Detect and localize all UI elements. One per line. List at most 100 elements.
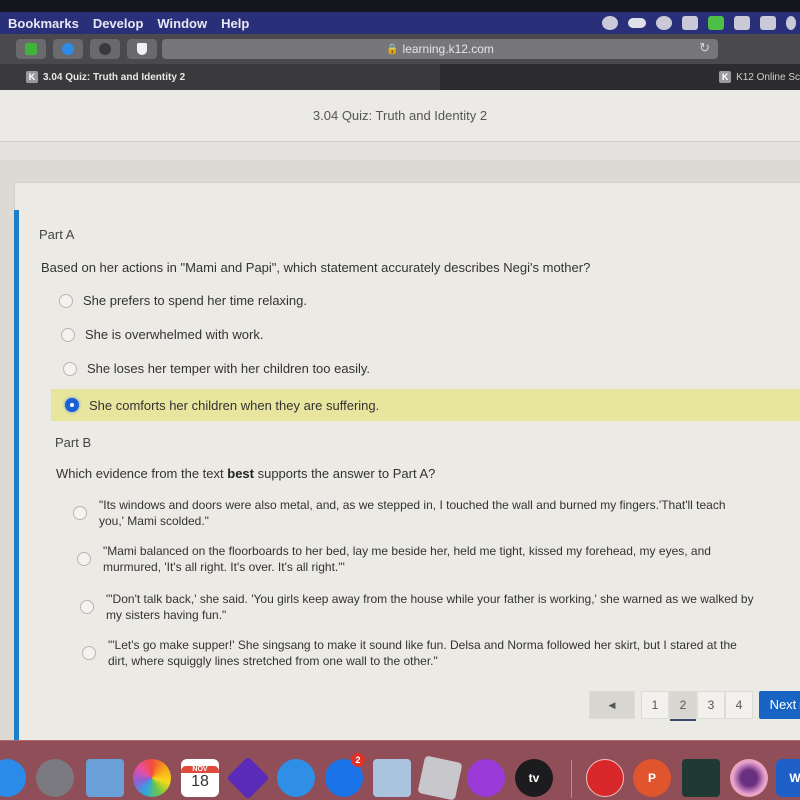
notification-badge: 2: [351, 753, 365, 767]
play-icon[interactable]: [734, 16, 750, 30]
green-extension-button[interactable]: [16, 39, 46, 59]
evidence-text: "Its windows and doors were also metal, …: [99, 497, 726, 529]
part-a-option-3[interactable]: She loses her temper with her children t…: [63, 361, 370, 376]
status-icons: [602, 12, 800, 34]
camera-icon[interactable]: [730, 759, 768, 797]
part-b-label: Part B: [55, 435, 92, 450]
apple-tv-icon[interactable]: tv: [515, 759, 553, 797]
part-a-option-4[interactable]: She comforts her children when they are …: [51, 389, 800, 421]
octocat-button[interactable]: [90, 39, 120, 59]
activity-monitor-icon[interactable]: [682, 759, 720, 797]
tab-k12-online[interactable]: K K12 Online Sc: [400, 64, 800, 90]
evidence-line: my sisters having fun.": [106, 608, 227, 622]
radio-button[interactable]: [59, 293, 73, 308]
powerpoint-icon[interactable]: P: [633, 759, 671, 797]
left-accent-strip: [14, 210, 19, 740]
menu-window[interactable]: Window: [157, 16, 207, 31]
messages-icon[interactable]: [277, 759, 315, 797]
page-2-button[interactable]: 2: [669, 691, 697, 721]
page-4-button[interactable]: 4: [725, 691, 753, 719]
blue-extension-button[interactable]: [53, 39, 83, 59]
green-extension-icon: [25, 43, 37, 55]
tab-quiz[interactable]: K 3.04 Quiz: Truth and Identity 2: [0, 64, 440, 90]
mail-icon[interactable]: [86, 759, 124, 797]
browser-toolbar: 🔒 learning.k12.com ↻: [0, 34, 800, 64]
calendar-day: 18: [191, 772, 209, 790]
radio-button[interactable]: [80, 600, 94, 614]
screen: Bookmarks Develop Window Help 🔒 learning…: [0, 0, 800, 800]
part-b-option-2[interactable]: "Mami balanced on the floorboards to her…: [77, 543, 711, 575]
radio-button[interactable]: [82, 646, 96, 660]
radio-button[interactable]: [77, 552, 91, 566]
page-title: 3.04 Quiz: Truth and Identity 2: [312, 108, 488, 123]
calendar-month: NOV: [181, 765, 219, 773]
reload-icon[interactable]: ↻: [699, 40, 710, 56]
part-b-option-3[interactable]: "'Don't talk back,' she said. 'You girls…: [80, 591, 754, 623]
menu-help[interactable]: Help: [221, 16, 249, 31]
dock-icons: NOV 18 2 tv P W: [0, 753, 800, 800]
address-text: learning.k12.com: [402, 42, 494, 56]
part-a-option-1[interactable]: She prefers to spend her time relaxing.: [59, 293, 307, 308]
evidence-line: murmured, 'It's all right. It's over. It…: [103, 560, 345, 574]
apple-tv-label: tv: [528, 771, 540, 785]
previous-page-button[interactable]: ◀: [589, 691, 635, 719]
evidence-line: "Mami balanced on the floorboards to her…: [103, 544, 711, 558]
word-label: W: [789, 771, 800, 785]
octocat-icon: [99, 43, 111, 55]
airplay-icon[interactable]: [760, 16, 776, 30]
dock-separator: [571, 760, 572, 798]
part-b-question: Which evidence from the text best suppor…: [56, 466, 435, 481]
photos-icon[interactable]: [133, 759, 171, 797]
part-b-option-4[interactable]: "'Let's go make supper!' She singsang to…: [82, 637, 737, 669]
clipboard-icon[interactable]: [682, 16, 698, 30]
evidence-line: "Its windows and doors were also metal, …: [99, 498, 726, 512]
page-number: 2: [679, 698, 687, 712]
current-page-indicator: [670, 719, 696, 721]
tab-label: K12 Online Sc: [736, 71, 800, 83]
part-a-label: Part A: [39, 227, 75, 242]
app-store-icon[interactable]: 2: [325, 753, 365, 797]
checkmark-badge-icon[interactable]: [602, 16, 618, 30]
option-text: She is overwhelmed with work.: [85, 327, 264, 342]
menu-develop[interactable]: Develop: [93, 16, 144, 31]
shield-button[interactable]: [127, 39, 157, 59]
ghost-icon[interactable]: [656, 16, 672, 30]
radio-button-selected[interactable]: [65, 398, 79, 412]
part-a-option-2[interactable]: She is overwhelmed with work.: [61, 327, 263, 342]
page-1-button[interactable]: 1: [641, 691, 669, 719]
podcasts-icon[interactable]: [467, 759, 505, 797]
k12-favicon: K: [26, 71, 38, 83]
launchpad-icon[interactable]: [36, 759, 74, 797]
page-3-button[interactable]: 3: [697, 691, 725, 719]
powerpoint-label: P: [647, 771, 656, 785]
lock-icon: 🔒: [386, 43, 399, 55]
menu-bookmarks[interactable]: Bookmarks: [8, 16, 79, 31]
calendar-icon[interactable]: NOV 18: [181, 759, 219, 797]
radio-button[interactable]: [63, 361, 77, 376]
question-emphasis: best: [227, 466, 254, 481]
preview-icon[interactable]: [373, 759, 411, 797]
evidence-text: "Mami balanced on the floorboards to her…: [103, 543, 711, 575]
green-app-icon[interactable]: [708, 16, 724, 30]
tab-label: 3.04 Quiz: Truth and Identity 2: [43, 71, 186, 83]
imovie-icon[interactable]: [226, 756, 270, 800]
pagination: ◀ 1 2 3 4 Next ▸: [589, 691, 800, 721]
radio-button[interactable]: [73, 506, 87, 520]
page-header: 3.04 Quiz: Truth and Identity 2: [0, 90, 800, 142]
quiz-card: Part A Based on her actions in "Mami and…: [14, 182, 800, 742]
safari-icon[interactable]: [0, 759, 26, 797]
part-b-option-1[interactable]: "Its windows and doors were also metal, …: [73, 497, 726, 529]
word-icon[interactable]: W: [776, 759, 800, 797]
address-bar[interactable]: 🔒 learning.k12.com ↻: [162, 39, 718, 59]
question-text: supports the answer to Part A?: [253, 466, 436, 481]
option-text: She comforts her children when they are …: [89, 397, 380, 413]
cloud-icon[interactable]: [628, 18, 646, 28]
roblox-icon[interactable]: [417, 755, 463, 800]
next-button[interactable]: Next ▸: [759, 691, 800, 719]
bluetooth-icon[interactable]: [786, 16, 796, 30]
radio-button[interactable]: [61, 327, 75, 342]
youtube-icon[interactable]: [586, 759, 624, 797]
option-text: She loses her temper with her children t…: [87, 361, 371, 376]
evidence-text: "'Let's go make supper!' She singsang to…: [108, 637, 737, 669]
menu-bar: Bookmarks Develop Window Help: [0, 12, 800, 34]
